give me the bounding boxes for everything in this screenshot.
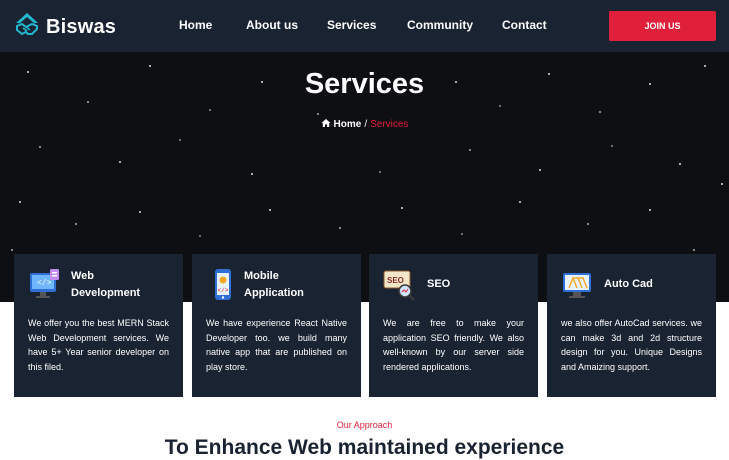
monitor-code-icon: </> [28, 268, 62, 302]
section-headline: To Enhance Web maintained experience [164, 436, 565, 459]
card-title: Auto Cad [604, 278, 653, 290]
section-eyebrow: Our Approach [336, 420, 393, 430]
nav-home[interactable]: Home [179, 18, 212, 32]
top-navbar: Biswas Home About us Services Community … [0, 0, 729, 52]
breadcrumb-home[interactable]: Home [334, 119, 362, 130]
card-description: We are free to make your application SEO… [383, 318, 524, 372]
nav-community[interactable]: Community [407, 18, 473, 32]
seo-magnifier-icon: SEO [383, 268, 417, 302]
svg-text:SEO: SEO [387, 276, 404, 285]
autocad-monitor-icon [561, 268, 595, 302]
breadcrumb-current: Services [370, 119, 409, 130]
breadcrumb: Home / Services [0, 118, 729, 131]
card-description: We have experience React Native Develope… [206, 318, 347, 372]
home-icon [321, 118, 331, 131]
page-title: Services [304, 68, 425, 100]
join-us-button[interactable]: JOIN US [609, 11, 716, 41]
card-title: Mobile Application [244, 270, 304, 299]
nav-about-us[interactable]: About us [246, 18, 298, 32]
service-card-mobile-application[interactable]: </> Mobile Application We have experienc… [192, 254, 361, 397]
card-title: Web Development [71, 270, 141, 299]
card-description: we also offer AutoCad services. we can m… [561, 318, 702, 372]
card-description: We offer you the best MERN Stack Web Dev… [28, 318, 169, 372]
svg-text:</>: </> [37, 279, 52, 288]
service-card-seo[interactable]: SEO SEO We are free to make your applica… [369, 254, 538, 397]
service-card-web-development[interactable]: </> Web Development We offer you the bes… [14, 254, 183, 397]
nav-services[interactable]: Services [327, 18, 376, 32]
nav-contact[interactable]: Contact [502, 18, 547, 32]
mobile-app-icon: </> [206, 268, 240, 302]
breadcrumb-separator: / [364, 119, 368, 130]
card-title: SEO [427, 278, 451, 290]
svg-text:</>: </> [218, 287, 229, 294]
service-card-autocad[interactable]: Auto Cad we also offer AutoCad services.… [547, 254, 716, 397]
